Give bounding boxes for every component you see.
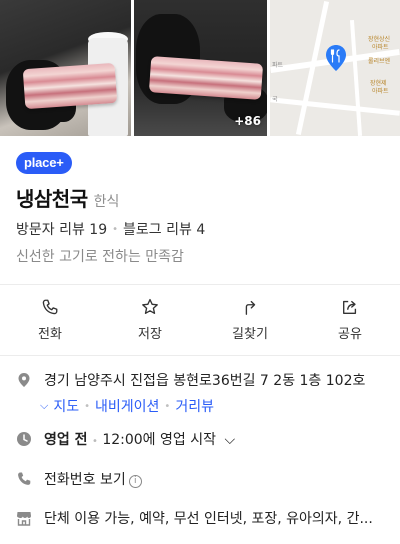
map-thumbnail[interactable]: 장현상신 아파트 롤리브엔 장현제 아파트 파트 국 — [270, 0, 400, 136]
street-view-link[interactable]: 거리뷰 — [175, 396, 214, 416]
review-summary: 방문자 리뷰 19 • 블로그 리뷰 4 — [16, 219, 205, 239]
map-label: 장현상신 — [368, 36, 391, 43]
photo-count-badge: +86 — [234, 114, 261, 128]
store-icon — [17, 512, 31, 526]
call-button-label: 전화 — [38, 327, 62, 342]
map-label: 파트 — [272, 62, 284, 69]
directions-icon — [245, 300, 256, 315]
hours-row[interactable]: 영업 전 • 12:00에 영업 시작 ⌵ — [16, 430, 235, 452]
map-road — [349, 20, 363, 136]
map-road — [270, 97, 400, 116]
address-row: 경기 남양주시 진접읍 봉현로36번길 7 2동 1층 102호 — [16, 371, 365, 391]
phone-icon — [42, 299, 58, 315]
map-label: 아파트 — [372, 88, 389, 95]
place-plus-badge: place+ — [16, 152, 72, 174]
phone-icon — [18, 472, 31, 485]
amenities-row[interactable]: 단체 이용 가능, 예약, 무선 인터넷, 포장, 유아의자, 간... — [16, 509, 373, 529]
place-name: 냉삼천국 — [16, 187, 88, 211]
action-bar: 전화 저장 길찾기 공유 — [0, 285, 400, 355]
hours-next: 12:00에 영업 시작 — [102, 432, 216, 448]
info-icon[interactable]: i — [128, 475, 142, 488]
directions-button-label: 길찾기 — [232, 327, 268, 342]
address-text: 경기 남양주시 진접읍 봉현로36번길 7 2동 1층 102호 — [44, 373, 366, 389]
map-label: 장현제 — [370, 80, 387, 87]
divider — [0, 355, 400, 356]
place-title: 냉삼천국 한식 — [16, 183, 119, 212]
gallery-photo-1[interactable] — [0, 0, 131, 136]
phone-row[interactable]: 전화번호 보기 i — [16, 470, 142, 490]
navigation-link[interactable]: 내비게이션 — [95, 396, 159, 416]
save-button[interactable]: 저장 — [100, 285, 200, 355]
place-tagline: 신선한 고기로 전하는 만족감 — [16, 249, 184, 265]
separator-dot: • — [164, 400, 171, 412]
photo-gallery[interactable]: +86 장현상신 아파트 롤리브엔 장현제 아파트 파트 국 — [0, 0, 400, 136]
separator-dot: • — [84, 400, 91, 412]
amenities-text: 단체 이용 가능, 예약, 무선 인터넷, 포장, 유아의자, 간... — [44, 511, 373, 527]
map-pin-icon — [326, 45, 346, 71]
share-button-label: 공유 — [338, 327, 362, 342]
location-pin-icon — [18, 373, 30, 387]
map-label: 아파트 — [372, 44, 389, 51]
map-label: 국 — [272, 96, 278, 103]
save-button-label: 저장 — [138, 327, 162, 342]
chevron-down-icon[interactable]: ⌵ — [40, 399, 48, 413]
place-category: 한식 — [93, 194, 120, 210]
show-phone-label[interactable]: 전화번호 보기 — [44, 472, 126, 488]
hours-status: 영업 전 — [44, 432, 88, 448]
blog-reviews-link[interactable]: 블로그 리뷰 4 — [123, 219, 205, 239]
visitor-reviews-link[interactable]: 방문자 리뷰 19 — [16, 219, 107, 239]
chevron-down-icon[interactable]: ⌵ — [224, 430, 235, 450]
star-icon — [142, 298, 158, 314]
map-link[interactable]: 지도 — [53, 396, 79, 416]
pork-belly-slice — [148, 56, 264, 100]
clock-icon — [17, 432, 31, 446]
pork-belly-slice — [22, 62, 118, 110]
map-label: 롤리브엔 — [368, 58, 391, 65]
gallery-photo-2[interactable]: +86 — [134, 0, 267, 136]
separator-dot: • — [91, 436, 98, 447]
call-button[interactable]: 전화 — [0, 285, 100, 355]
share-button[interactable]: 공유 — [300, 285, 400, 355]
address-links: ⌵ 지도 • 내비게이션 • 거리뷰 — [40, 396, 214, 416]
phone-text[interactable]: 전화번호 보기 i — [44, 470, 142, 490]
directions-button[interactable]: 길찾기 — [200, 285, 300, 355]
separator-dot: • — [112, 223, 119, 235]
share-icon — [343, 300, 357, 314]
hours-text: 영업 전 • 12:00에 영업 시작 ⌵ — [44, 430, 235, 452]
